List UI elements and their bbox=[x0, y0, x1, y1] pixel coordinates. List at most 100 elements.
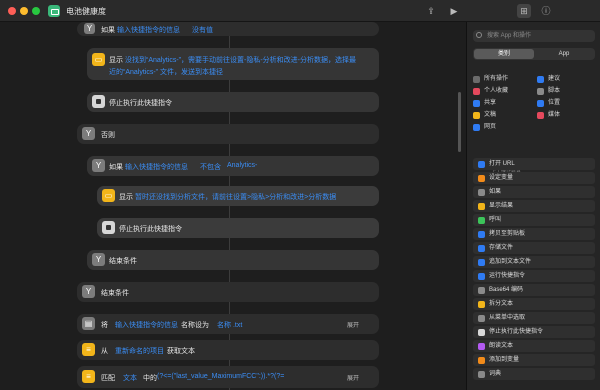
action-row[interactable]: 从菜单中选取 bbox=[473, 312, 595, 324]
action-row[interactable]: 添加到变量 bbox=[473, 354, 595, 366]
stop-block-1[interactable]: 停止执行此快捷指令 bbox=[87, 92, 379, 112]
regex-pattern[interactable]: (?<=("last_value_MaximumFCC":)).*?(?= bbox=[157, 373, 284, 380]
show-text-line-2[interactable]: 近的“Analytics-” 文件，发送到本捷径 bbox=[109, 67, 223, 77]
stop-icon bbox=[92, 95, 105, 108]
condition-operator[interactable]: 不包含 bbox=[200, 162, 221, 172]
text-icon: ≡ bbox=[82, 343, 95, 356]
stop-block-2[interactable]: 停止执行此快捷指令 bbox=[97, 218, 379, 238]
if-block-2[interactable]: Y 如果 输入快捷指令的信息 不包含 Analytics- bbox=[87, 156, 379, 176]
canvas-scrollbar[interactable] bbox=[458, 92, 461, 152]
tab-categories[interactable]: 类别 bbox=[474, 49, 534, 59]
action-row[interactable]: 词典 bbox=[473, 368, 595, 380]
info-icon[interactable]: ⓘ bbox=[539, 4, 553, 18]
zoom-window-button[interactable] bbox=[32, 7, 40, 15]
show-text-line-1[interactable]: 没找到“Analytics-”，需要手动前往设置-隐私-分析和改进-分析数据，选… bbox=[125, 55, 356, 65]
show-text[interactable]: 暂时还没找到分析文件，请前往设置>隐私>分析和改进>分析数据 bbox=[135, 192, 336, 202]
input-token[interactable]: 输入快捷指令的信息 bbox=[115, 320, 178, 330]
library-icon[interactable]: ⊞ bbox=[517, 4, 531, 18]
match-text-block[interactable]: ≡ 匹配 文本 中的 (?<=("last_value_MaximumFCC":… bbox=[77, 366, 379, 388]
action-icon bbox=[478, 301, 485, 308]
category-icon bbox=[537, 100, 544, 107]
match-label: 匹配 bbox=[101, 375, 115, 382]
action-row[interactable]: 拆分文本 bbox=[473, 298, 595, 310]
condition-value[interactable]: 没有值 bbox=[192, 25, 213, 35]
action-row[interactable]: 设定变量 bbox=[473, 172, 595, 184]
action-label: 运行快捷指令 bbox=[489, 273, 526, 279]
category-label: 文稿 bbox=[484, 112, 497, 118]
category-item[interactable]: 媒体 bbox=[537, 110, 560, 120]
category-icon bbox=[537, 112, 544, 119]
category-icon bbox=[473, 124, 480, 131]
end-label: 结束条件 bbox=[101, 290, 129, 297]
action-icon bbox=[478, 175, 485, 182]
get-text-block[interactable]: ≡ 从 重新命名的项目 获取文本 bbox=[77, 340, 379, 360]
action-row[interactable]: 存储文件 bbox=[473, 242, 595, 254]
end-if-block-1[interactable]: Y 结束条件 bbox=[77, 282, 379, 302]
category-item[interactable]: 共享 bbox=[473, 98, 496, 108]
set-name-block[interactable]: ▤ 将 输入快捷指令的信息 名称设为 名称 .txt 展开 bbox=[77, 314, 379, 334]
action-row[interactable]: 停止执行此快捷指令 bbox=[473, 326, 595, 338]
condition-token[interactable]: 输入快捷指令的信息 bbox=[117, 25, 180, 35]
category-label: 建议 bbox=[548, 76, 561, 82]
renamed-item-token[interactable]: 重新命名的项目 bbox=[115, 346, 164, 356]
action-row[interactable]: 如果 bbox=[473, 186, 595, 198]
match-icon: ≡ bbox=[82, 370, 95, 383]
action-label: 停止执行此快捷指令 bbox=[489, 329, 544, 335]
category-item[interactable]: 网页 bbox=[473, 122, 496, 132]
category-label: 共享 bbox=[484, 100, 497, 106]
action-label: 朗读文本 bbox=[489, 343, 514, 349]
action-label: 设定变量 bbox=[489, 175, 514, 181]
expand-button[interactable]: 展开 bbox=[347, 373, 359, 382]
text-token[interactable]: 文本 bbox=[123, 373, 137, 383]
if-label: 如果 bbox=[109, 164, 123, 171]
close-window-button[interactable] bbox=[8, 7, 16, 15]
action-label: 从菜单中选取 bbox=[489, 315, 526, 321]
expand-button[interactable]: 展开 bbox=[347, 320, 359, 329]
action-icon bbox=[478, 217, 485, 224]
action-label: 显示结果 bbox=[489, 203, 514, 209]
category-label: 所有操作 bbox=[484, 76, 509, 82]
action-row[interactable]: 显示结果 bbox=[473, 200, 595, 212]
minimize-window-button[interactable] bbox=[20, 7, 28, 15]
tab-apps[interactable]: App bbox=[534, 49, 594, 59]
action-icon bbox=[478, 161, 485, 168]
category-item[interactable]: 所有操作 bbox=[473, 74, 508, 84]
category-item[interactable]: 位置 bbox=[537, 98, 560, 108]
share-icon[interactable]: ⇪ bbox=[424, 4, 438, 18]
action-row[interactable]: 运行快捷指令 bbox=[473, 270, 595, 282]
show-label: 显示 bbox=[119, 194, 133, 201]
if-block-1[interactable]: Y 如果 输入快捷指令的信息 没有值 bbox=[77, 22, 379, 36]
action-icon bbox=[478, 343, 485, 350]
action-row[interactable]: 朗读文本 bbox=[473, 340, 595, 352]
category-icon bbox=[473, 76, 480, 83]
action-row[interactable]: Base64 编码 bbox=[473, 284, 595, 296]
condition-token[interactable]: 输入快捷指令的信息 bbox=[125, 162, 188, 172]
otherwise-block-1[interactable]: Y 否则 bbox=[77, 124, 379, 144]
condition-value[interactable]: Analytics- bbox=[227, 162, 257, 169]
action-icon bbox=[478, 315, 485, 322]
action-icon bbox=[478, 203, 485, 210]
category-item[interactable]: 文稿 bbox=[473, 110, 496, 120]
workflow-canvas[interactable]: Y 如果 输入快捷指令的信息 没有值 ▭ 显示 没找到“Analytics-”，… bbox=[0, 22, 466, 390]
battery-app-icon bbox=[48, 5, 60, 17]
action-icon bbox=[478, 329, 485, 336]
action-library-sidebar: 搜索 App 和操作 类别 App 所有操作 建议个人收藏 脚本共享 位置文稿 媒体网页… bbox=[466, 22, 600, 390]
category-item[interactable]: 脚本 bbox=[537, 86, 560, 96]
action-icon bbox=[478, 245, 485, 252]
action-row[interactable]: 拷贝至剪贴板 bbox=[473, 228, 595, 240]
category-label: 个人收藏 bbox=[484, 88, 509, 94]
run-icon[interactable]: ▶ bbox=[447, 4, 461, 18]
show-block-1[interactable]: ▭ 显示 没找到“Analytics-”，需要手动前往设置-隐私-分析和改进-分… bbox=[87, 48, 379, 80]
show-block-2[interactable]: ▭ 显示 暂时还没找到分析文件，请前往设置>隐私>分析和改进>分析数据 bbox=[97, 186, 379, 206]
action-row[interactable]: 打开 URL bbox=[473, 158, 595, 170]
action-row[interactable]: 追加到文本文件 bbox=[473, 256, 595, 268]
otherwise-label: 否则 bbox=[101, 132, 115, 139]
action-row[interactable]: 呼叫 bbox=[473, 214, 595, 226]
end-if-block-2[interactable]: Y 结束条件 bbox=[87, 250, 379, 270]
name-value[interactable]: 名称 .txt bbox=[217, 320, 242, 330]
window-title: 电池健康度 bbox=[66, 7, 106, 16]
category-item[interactable]: 建议 bbox=[537, 74, 560, 84]
search-input[interactable]: 搜索 App 和操作 bbox=[473, 30, 595, 42]
category-item[interactable]: 个人收藏 bbox=[473, 86, 508, 96]
category-segmented-control[interactable]: 类别 App bbox=[473, 48, 595, 60]
